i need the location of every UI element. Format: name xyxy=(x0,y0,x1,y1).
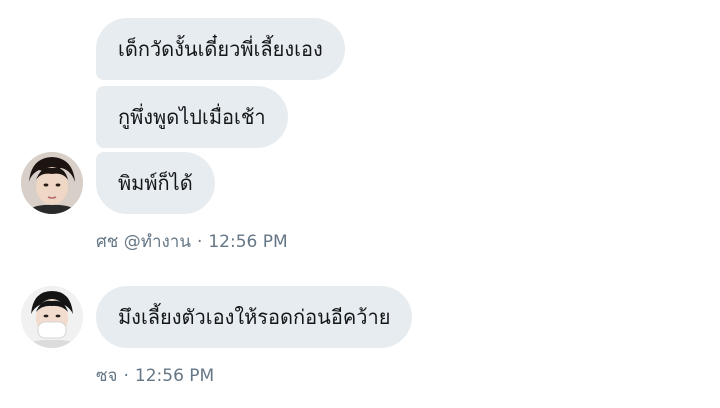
message-meta: ซจ · 12:56 PM xyxy=(96,362,214,389)
sender-name[interactable]: ซจ xyxy=(96,366,118,386)
avatar-photo-icon xyxy=(21,286,83,348)
avatar[interactable] xyxy=(21,152,83,214)
message-meta: ศช @ทำงาน · 12:56 PM xyxy=(96,228,288,255)
message-bubble[interactable]: กูพึ่งพูดไปเมื่อเช้า xyxy=(96,86,288,148)
message-bubble[interactable]: เด็กวัดงั้นเดี๋ยวพี่เลี้ยงเอง xyxy=(96,18,345,80)
meta-separator: · xyxy=(196,232,203,252)
avatar[interactable] xyxy=(21,286,83,348)
timestamp: 12:56 PM xyxy=(208,232,288,252)
dm-conversation: เด็กวัดงั้นเดี๋ยวพี่เลี้ยงเอง กูพึ่งพูดไ… xyxy=(0,0,720,408)
timestamp: 12:56 PM xyxy=(134,366,215,386)
message-bubble[interactable]: พิมพ์ก็ได้ xyxy=(96,152,215,214)
sender-name[interactable]: ศช @ทำงาน xyxy=(96,232,191,252)
meta-separator: · xyxy=(123,366,129,386)
message-bubble[interactable]: มึงเลี้ยงตัวเองให้รอดก่อนอีคว้าย xyxy=(96,286,413,348)
avatar-photo-icon xyxy=(21,152,83,214)
